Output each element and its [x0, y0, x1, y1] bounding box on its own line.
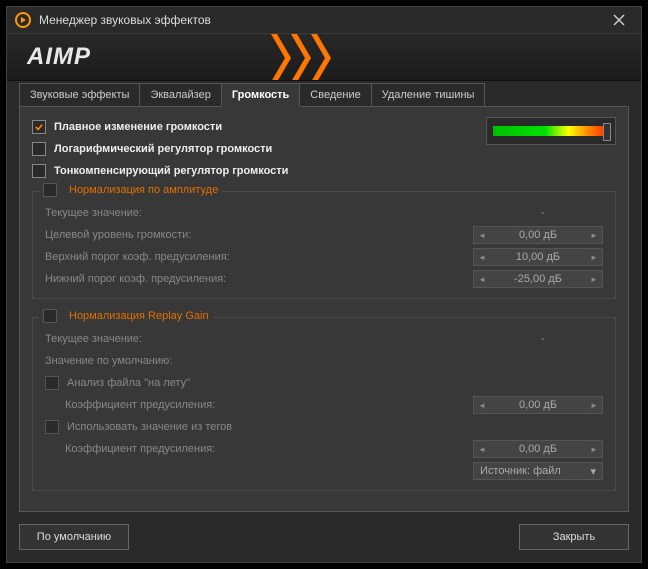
- checkbox-rg-onfly[interactable]: [45, 376, 59, 390]
- chevron-right-icon[interactable]: ►: [586, 249, 602, 265]
- chevron-left-icon[interactable]: ◄: [474, 271, 490, 287]
- checkbox-comp-volume[interactable]: [32, 164, 46, 178]
- checkbox-log-volume[interactable]: [32, 142, 46, 156]
- tab-silence-removal[interactable]: Удаление тишины: [371, 83, 486, 107]
- chevron-icon: [271, 34, 331, 81]
- spinner-rg-preamp1[interactable]: ◄0,00 дБ►: [473, 396, 603, 414]
- chevron-left-icon[interactable]: ◄: [474, 227, 490, 243]
- chevron-left-icon[interactable]: ◄: [474, 249, 490, 265]
- label-rg-onfly: Анализ файла "на лету": [67, 377, 603, 389]
- chevron-right-icon[interactable]: ►: [586, 397, 602, 413]
- group-title-replay-gain: Нормализация Replay Gain: [69, 310, 209, 322]
- spinner-amp-target[interactable]: ◄0,00 дБ►: [473, 226, 603, 244]
- window-title: Менеджер звуковых эффектов: [39, 13, 605, 27]
- tab-volume[interactable]: Громкость: [221, 83, 300, 107]
- value-amp-lower: -25,00 дБ: [490, 273, 586, 285]
- value-rg-preamp2: 0,00 дБ: [490, 443, 586, 455]
- default-button[interactable]: По умолчанию: [19, 524, 129, 550]
- label-smooth-volume: Плавное изменение громкости: [54, 121, 222, 133]
- panel: Плавное изменение громкости Логарифмичес…: [19, 106, 629, 512]
- checkbox-replay-gain[interactable]: [43, 309, 57, 323]
- spinner-amp-lower[interactable]: ◄-25,00 дБ►: [473, 270, 603, 288]
- spinner-amp-upper[interactable]: ◄10,00 дБ►: [473, 248, 603, 266]
- dropdown-source[interactable]: Источник: файл ▾: [473, 462, 603, 480]
- chevron-left-icon[interactable]: ◄: [474, 441, 490, 457]
- tab-mixing[interactable]: Сведение: [299, 83, 371, 107]
- dropdown-source-value: Источник: файл: [480, 465, 561, 477]
- label-amp-upper: Верхний порог коэф. предусиления:: [45, 251, 473, 263]
- value-amp-current: -: [483, 207, 603, 219]
- label-rg-current: Текущее значение:: [45, 333, 483, 345]
- checkbox-smooth-volume[interactable]: [32, 120, 46, 134]
- label-rg-preamp1: Коэффициент предусиления:: [65, 399, 473, 411]
- app-icon: [15, 12, 31, 28]
- label-rg-tags: Использовать значение из тегов: [67, 421, 603, 433]
- chevron-down-icon: ▾: [590, 465, 596, 478]
- close-button[interactable]: Закрыть: [519, 524, 629, 550]
- label-log-volume: Логарифмический регулятор громкости: [54, 143, 272, 155]
- spinner-rg-preamp2[interactable]: ◄0,00 дБ►: [473, 440, 603, 458]
- value-rg-current: -: [483, 333, 603, 345]
- label-amp-target: Целевой уровень громкости:: [45, 229, 473, 241]
- label-amp-lower: Нижний порог коэф. предусиления:: [45, 273, 473, 285]
- chevron-left-icon[interactable]: ◄: [474, 397, 490, 413]
- tabs: Звуковые эффекты Эквалайзер Громкость Св…: [19, 83, 629, 107]
- tab-sound-effects[interactable]: Звуковые эффекты: [19, 83, 140, 107]
- close-icon[interactable]: [605, 10, 633, 30]
- value-amp-upper: 10,00 дБ: [490, 251, 586, 263]
- value-rg-preamp1: 0,00 дБ: [490, 399, 586, 411]
- vu-meter: [486, 117, 616, 145]
- label-rg-default: Значение по умолчанию:: [45, 355, 603, 367]
- checkbox-rg-tags[interactable]: [45, 420, 59, 434]
- group-title-amplitude: Нормализация по амплитуде: [69, 184, 218, 196]
- label-rg-preamp2: Коэффициент предусиления:: [65, 443, 473, 455]
- chevron-right-icon[interactable]: ►: [586, 441, 602, 457]
- group-amplitude: Нормализация по амплитуде Текущее значен…: [32, 191, 616, 299]
- tab-equalizer[interactable]: Эквалайзер: [139, 83, 221, 107]
- label-comp-volume: Тонкомпенсирующий регулятор громкости: [54, 165, 288, 177]
- logo-text: AIMP: [27, 43, 91, 71]
- label-amp-current: Текущее значение:: [45, 207, 483, 219]
- chevron-right-icon[interactable]: ►: [586, 271, 602, 287]
- checkbox-amplitude-normalize[interactable]: [43, 183, 57, 197]
- group-replay-gain: Нормализация Replay Gain Текущее значени…: [32, 317, 616, 491]
- chevron-right-icon[interactable]: ►: [586, 227, 602, 243]
- titlebar: Менеджер звуковых эффектов: [7, 7, 641, 33]
- banner: AIMP: [7, 33, 641, 81]
- value-amp-target: 0,00 дБ: [490, 229, 586, 241]
